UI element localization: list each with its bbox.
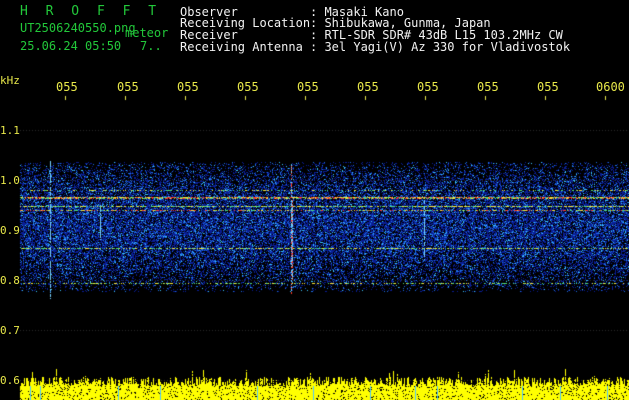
y-tick-label: 0.9 xyxy=(0,224,20,237)
x-tick-label: 055 xyxy=(537,80,559,94)
x-tick-label: 055 xyxy=(297,80,319,94)
y-tick-label: 0.8 xyxy=(0,274,20,287)
y-tick-label: 0.6 xyxy=(0,374,20,387)
x-tick-label: 055 xyxy=(417,80,439,94)
x-tick-label: 055 xyxy=(237,80,259,94)
spectrogram-canvas xyxy=(0,0,629,400)
y-tick-label: 1.1 xyxy=(0,124,20,137)
x-tick-label: 0600 xyxy=(596,80,625,94)
filename-label: UT2506240550.png xyxy=(20,21,136,35)
field-label-antenna: Receiving Antenna xyxy=(180,40,303,54)
x-tick-label: 055 xyxy=(477,80,499,94)
y-tick-label: 1.0 xyxy=(0,174,20,187)
x-tick-label: 055 xyxy=(56,80,78,94)
count-label: 7.. xyxy=(140,39,162,53)
field-value-antenna: : 3el Yagi(V) Az 330 for Vladivostok xyxy=(310,40,571,54)
x-tick-label: 055 xyxy=(117,80,139,94)
x-tick-label: 055 xyxy=(357,80,379,94)
x-tick-label: 055 xyxy=(177,80,199,94)
y-axis-unit: kHz xyxy=(0,74,20,87)
meteor-label: meteor xyxy=(125,26,169,40)
datetime-label: 25.06.24 05:50 xyxy=(20,39,122,53)
app-title: H R O F F T xyxy=(20,4,162,19)
y-tick-label: 0.7 xyxy=(0,324,20,337)
